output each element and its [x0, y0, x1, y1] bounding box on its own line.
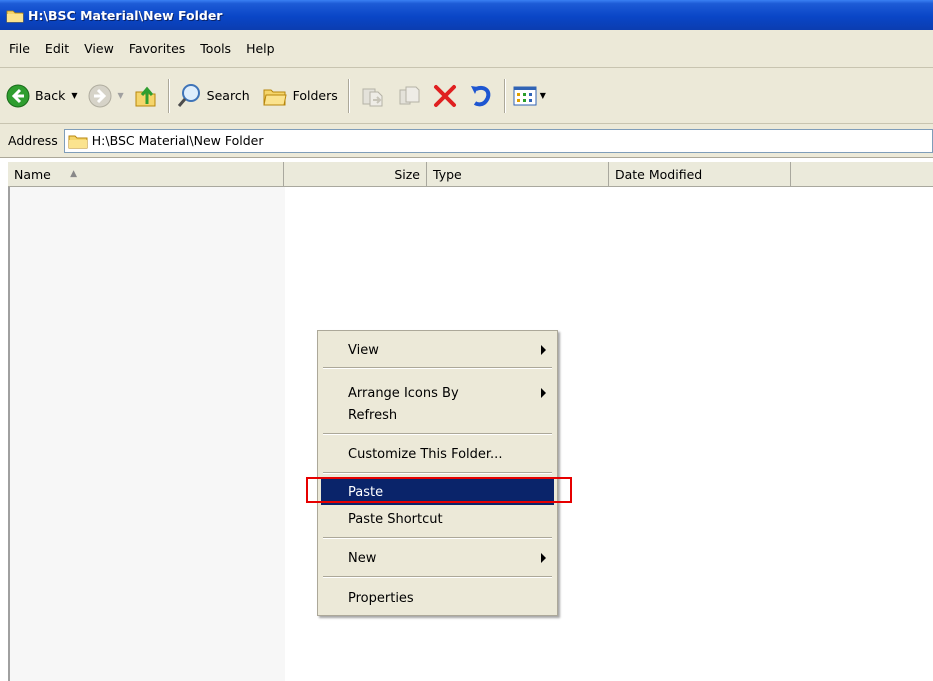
folders-icon	[263, 89, 287, 105]
menu-separator	[323, 367, 552, 369]
undo-icon	[470, 85, 491, 106]
menu-help[interactable]: Help	[246, 41, 275, 56]
toolbar-separator	[347, 78, 350, 113]
column-size-label: Size	[394, 166, 420, 182]
menu-edit[interactable]: Edit	[45, 41, 69, 56]
column-header-name[interactable]: Name ▲	[8, 162, 284, 186]
menu-file[interactable]: File	[9, 41, 30, 56]
back-dropdown-icon[interactable]: ▼	[71, 91, 77, 100]
menu-item-label: Paste Shortcut	[348, 511, 443, 527]
menu-item-properties[interactable]: Properties	[321, 585, 554, 611]
search-button[interactable]: Search	[176, 78, 250, 114]
sorted-column-shade	[10, 187, 285, 681]
menu-separator	[323, 576, 552, 578]
folder-icon	[6, 10, 24, 22]
menu-item-paste-shortcut[interactable]: Paste Shortcut	[321, 506, 554, 532]
folder-icon	[68, 135, 88, 148]
views-dropdown-icon[interactable]: ▼	[540, 91, 546, 100]
menu-item-customize-folder[interactable]: Customize This Folder...	[321, 441, 554, 467]
menu-separator	[323, 433, 552, 435]
back-arrow-icon	[6, 84, 30, 107]
menu-favorites[interactable]: Favorites	[129, 41, 185, 56]
window-title: H:\BSC Material\New Folder	[28, 7, 223, 23]
menu-item-refresh[interactable]: Refresh	[321, 402, 554, 428]
menu-item-new[interactable]: New	[321, 545, 554, 571]
undo-button[interactable]	[468, 78, 494, 114]
menu-item-label: Refresh	[348, 407, 398, 423]
column-name-label: Name	[14, 166, 51, 182]
toolbar-separator	[167, 78, 170, 113]
menu-item-label: Properties	[348, 590, 414, 606]
move-to-icon	[362, 88, 383, 106]
back-button[interactable]: Back ▼	[6, 78, 78, 114]
toolbar-separator	[503, 78, 506, 113]
copy-to-button[interactable]	[396, 78, 422, 114]
views-icon	[513, 86, 537, 105]
menu-bar: File Edit View Favorites Tools Help	[0, 30, 933, 68]
search-icon	[177, 83, 200, 107]
submenu-arrow-icon	[541, 388, 546, 398]
up-folder-icon	[135, 86, 156, 106]
column-header-size[interactable]: Size	[284, 162, 427, 186]
search-label: Search	[206, 88, 250, 103]
toolbar: Back ▼ ▼ Search Folders ▼	[0, 68, 933, 124]
back-label: Back	[35, 88, 66, 103]
forward-button[interactable]: ▼	[88, 78, 124, 114]
highlight-annotation-box	[306, 477, 572, 503]
views-button[interactable]: ▼	[512, 78, 546, 114]
address-value: H:\BSC Material\New Folder	[91, 133, 264, 148]
title-bar[interactable]: H:\BSC Material\New Folder	[0, 0, 933, 30]
address-bar: Address H:\BSC Material\New Folder	[0, 124, 933, 158]
menu-item-label: Customize This Folder...	[348, 446, 503, 462]
column-header-type[interactable]: Type	[427, 162, 609, 186]
menu-item-label: Arrange Icons By	[348, 385, 459, 401]
column-type-label: Type	[433, 166, 462, 182]
menu-separator	[323, 472, 552, 474]
folders-button[interactable]: Folders	[262, 78, 338, 114]
column-headers: Name ▲ Size Type Date Modified	[8, 161, 933, 187]
menu-separator	[323, 537, 552, 539]
submenu-arrow-icon	[541, 553, 546, 563]
forward-dropdown-icon[interactable]: ▼	[118, 91, 124, 100]
move-to-button[interactable]	[360, 78, 386, 114]
folders-label: Folders	[292, 88, 338, 103]
menu-tools[interactable]: Tools	[200, 41, 231, 56]
submenu-arrow-icon	[541, 345, 546, 355]
column-header-date-modified[interactable]: Date Modified	[609, 162, 791, 186]
menu-item-view[interactable]: View	[321, 337, 554, 363]
column-date-label: Date Modified	[615, 166, 703, 182]
address-label: Address	[8, 133, 58, 148]
address-field[interactable]: H:\BSC Material\New Folder	[63, 128, 933, 153]
up-button[interactable]	[134, 78, 158, 114]
sort-ascending-icon: ▲	[70, 169, 77, 179]
menu-item-label: View	[348, 342, 379, 358]
menu-view[interactable]: View	[84, 41, 114, 56]
context-menu: View Arrange Icons By Refresh Customize …	[317, 330, 558, 616]
menu-item-label: New	[348, 550, 377, 566]
column-header-empty	[791, 162, 933, 186]
forward-arrow-icon	[88, 84, 112, 107]
delete-button[interactable]	[432, 78, 458, 114]
copy-to-icon	[399, 86, 420, 104]
delete-icon	[433, 84, 456, 107]
